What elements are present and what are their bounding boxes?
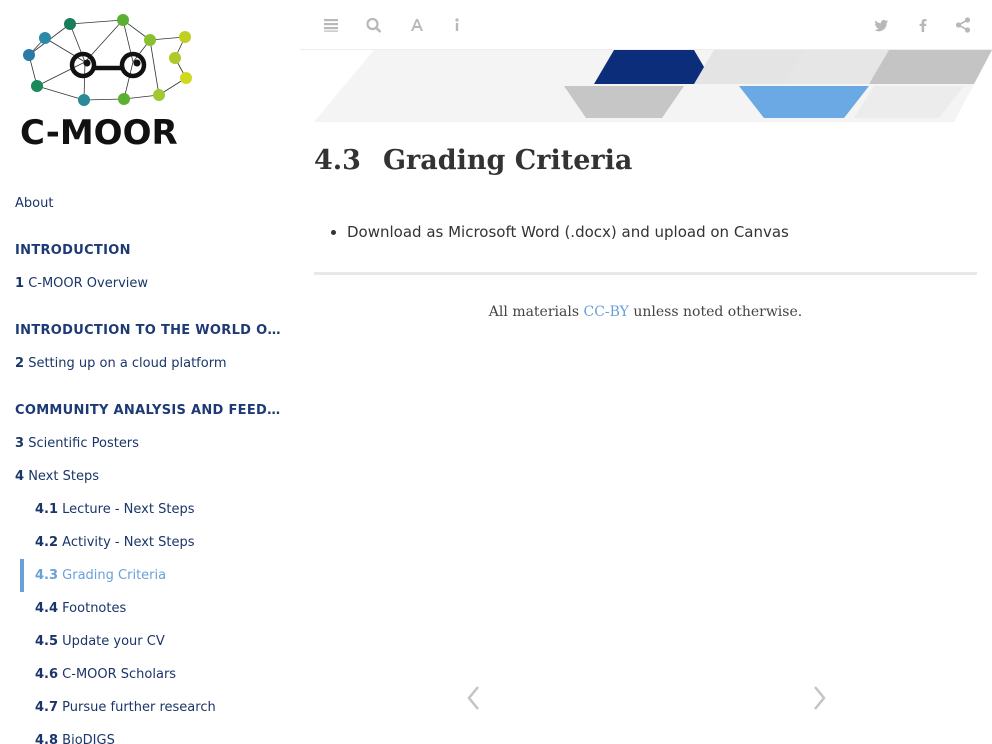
section-title: Grading Criteria <box>382 145 633 176</box>
footer-text-before: All materials <box>488 304 584 320</box>
divider <box>314 272 977 275</box>
facebook-icon[interactable] <box>912 14 934 36</box>
table-of-contents: About INTRODUCTION 1 C-MOOR Overview INT… <box>0 187 300 744</box>
section-number: 4.3 <box>314 145 361 176</box>
sidebar-item-4-7[interactable]: 4.7 Pursue further research <box>0 691 300 724</box>
header-banner <box>314 50 992 122</box>
sidebar-item-chapter-2[interactable]: 2 Setting up on a cloud platform <box>0 347 300 380</box>
sidebar-item-chapter-3[interactable]: 3 Scientific Posters <box>0 427 300 460</box>
sidebar-item-4-2[interactable]: 4.2 Activity - Next Steps <box>0 526 300 559</box>
next-page-chevron-icon[interactable] <box>810 684 828 712</box>
previous-page-chevron-icon[interactable] <box>465 684 483 712</box>
share-icon[interactable] <box>952 14 974 36</box>
sidebar-item-4-3-active[interactable]: 4.3 Grading Criteria <box>0 559 300 592</box>
sidebar-item-chapter-4[interactable]: 4 Next Steps <box>0 460 300 493</box>
page-title: 4.3 Grading Criteria <box>314 145 632 176</box>
cc-by-link[interactable]: CC-BY <box>583 304 628 320</box>
sidebar: C-MOOR About INTRODUCTION 1 C-MOOR Overv… <box>0 0 300 744</box>
sidebar-item-chapter-1[interactable]: 1 C-MOOR Overview <box>0 267 300 300</box>
sidebar-part-introduction: INTRODUCTION <box>15 243 131 258</box>
sidebar-part-research: INTRODUCTION TO THE WORLD OF RESEARCH <box>15 323 285 338</box>
font-icon[interactable] <box>406 14 428 36</box>
info-icon[interactable] <box>446 14 468 36</box>
sidebar-part-community: COMMUNITY ANALYSIS AND FEEDBACK <box>15 403 285 418</box>
menu-icon[interactable] <box>320 14 342 36</box>
sidebar-item-4-4[interactable]: 4.4 Footnotes <box>0 592 300 625</box>
sidebar-item-4-5[interactable]: 4.5 Update your CV <box>0 625 300 658</box>
footer-text-after: unless noted otherwise. <box>628 304 803 320</box>
toolbar <box>300 0 992 50</box>
active-indicator <box>20 559 24 592</box>
logo-text: C-MOOR <box>20 113 178 153</box>
list-item: Download as Microsoft Word (.docx) and u… <box>347 218 789 246</box>
license-footer: All materials CC-BY unless noted otherwi… <box>314 304 977 320</box>
c-moor-logo[interactable]: C-MOOR <box>15 10 210 155</box>
sidebar-item-4-8[interactable]: 4.8 BioDIGS <box>0 724 300 744</box>
sidebar-item-4-6[interactable]: 4.6 C-MOOR Scholars <box>0 658 300 691</box>
search-icon[interactable] <box>363 14 385 36</box>
content-list: Download as Microsoft Word (.docx) and u… <box>325 218 789 246</box>
sidebar-item-about[interactable]: About <box>0 187 300 220</box>
sidebar-item-4-1[interactable]: 4.1 Lecture - Next Steps <box>0 493 300 526</box>
twitter-icon[interactable] <box>870 14 892 36</box>
